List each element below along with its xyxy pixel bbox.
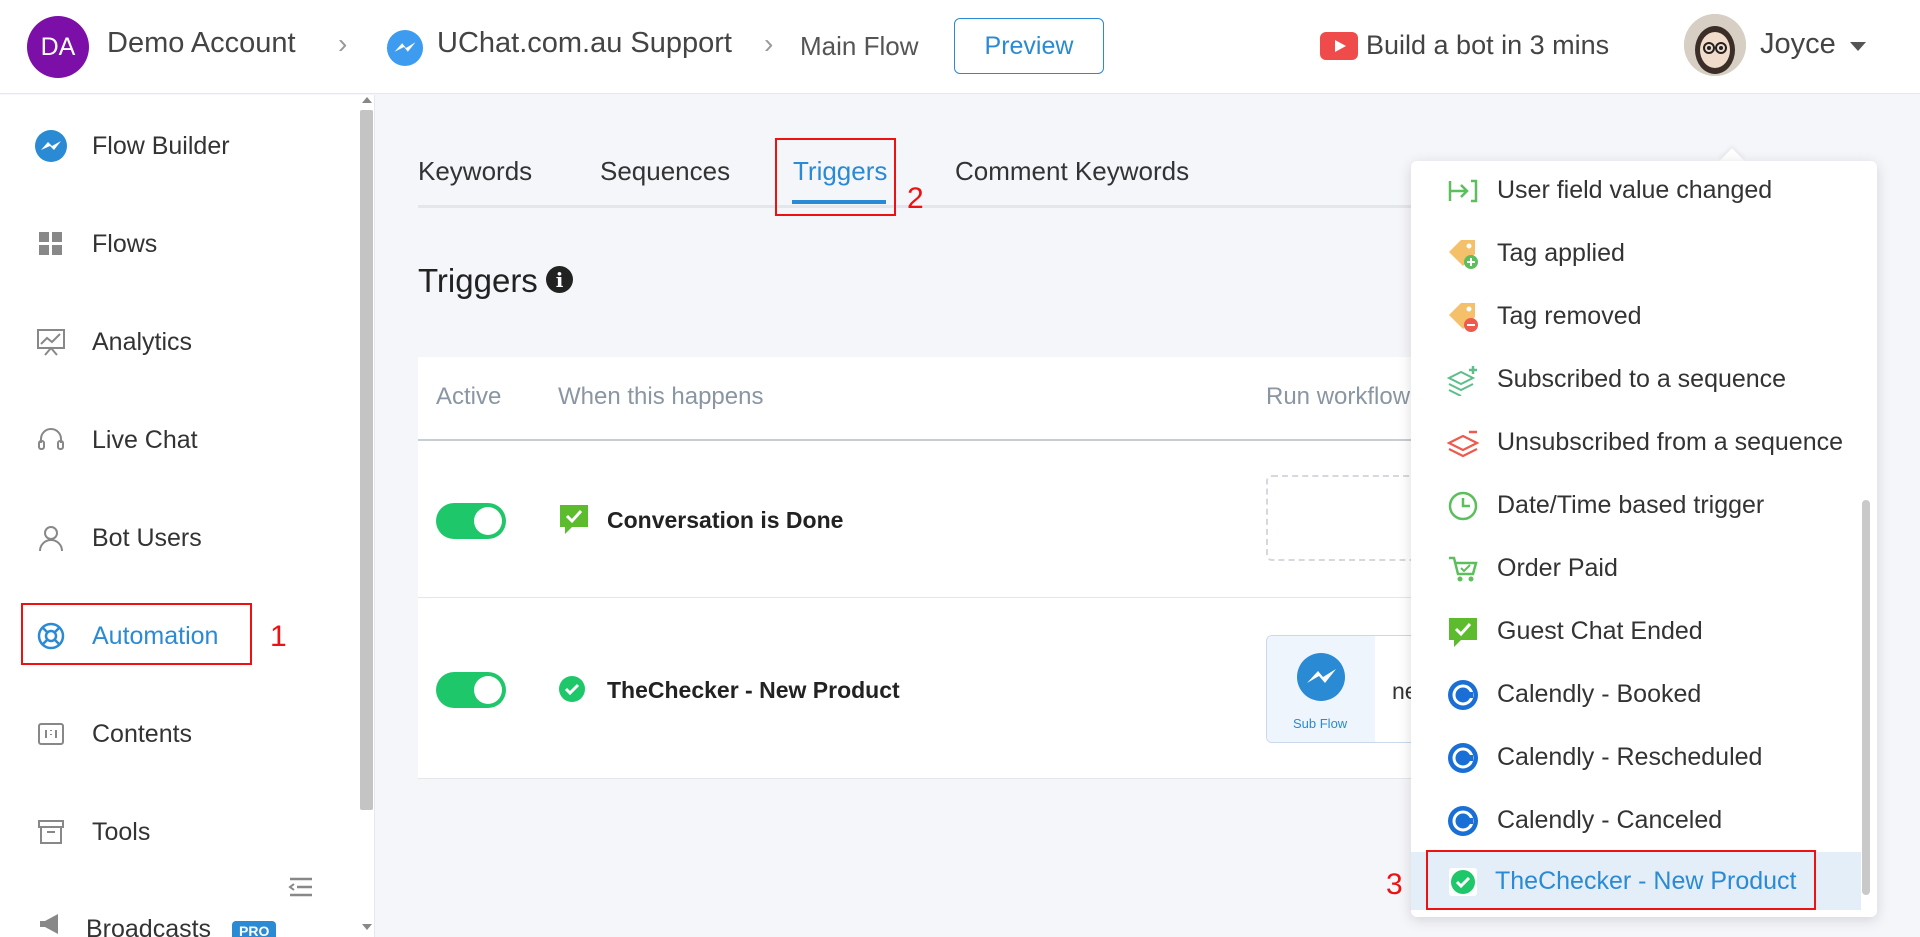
- bot-name[interactable]: UChat.com.au Support: [437, 27, 732, 60]
- avatar[interactable]: [1684, 14, 1746, 76]
- caret-down-icon[interactable]: [1850, 42, 1866, 51]
- sequence-unsubscribe-icon: [1447, 430, 1479, 458]
- annotation-box-automation: [21, 603, 252, 665]
- dropdown-item[interactable]: Tag applied: [1411, 224, 1861, 282]
- calendly-icon: [1448, 806, 1478, 836]
- collapse-sidebar-icon[interactable]: [288, 876, 314, 898]
- annotation-box-triggers-tab: [775, 138, 896, 216]
- pro-badge: PRO: [232, 921, 277, 937]
- account-name[interactable]: Demo Account: [107, 27, 296, 60]
- dropdown-scrollbar[interactable]: [1862, 500, 1870, 895]
- triggers-table: Active When this happens Run workflow Co…: [418, 357, 1426, 779]
- annotation-number: 3: [1386, 868, 1403, 901]
- sidebar-item-flow-builder[interactable]: Flow Builder: [20, 115, 248, 177]
- column-header-run-workflow: Run workflow: [1266, 383, 1411, 410]
- sidebar-item-contents[interactable]: Contents: [20, 703, 248, 765]
- trigger-label[interactable]: Conversation is Done: [607, 507, 843, 534]
- build-bot-link[interactable]: Build a bot in 3 mins: [1366, 30, 1609, 61]
- dropdown-item[interactable]: Tag removed: [1411, 287, 1861, 345]
- annotation-number: 1: [270, 620, 287, 653]
- account-avatar[interactable]: DA: [27, 16, 89, 78]
- tab-comment-keywords[interactable]: Comment Keywords: [955, 156, 1189, 187]
- dropdown-item[interactable]: Unsubscribed from a sequence: [1411, 413, 1861, 471]
- dropdown-item[interactable]: User field value changed: [1411, 161, 1861, 219]
- messenger-icon: [34, 129, 68, 163]
- calendly-icon: [1448, 680, 1478, 710]
- chart-icon: [34, 325, 68, 359]
- sidebar-item-label: Live Chat: [92, 425, 198, 454]
- dropdown-item[interactable]: Subscribed to a sequence: [1411, 350, 1861, 408]
- divider: [418, 597, 1418, 598]
- flow-name[interactable]: Main Flow: [800, 31, 918, 62]
- user-avatar-image: [1684, 14, 1746, 76]
- workflow-placeholder[interactable]: [1266, 475, 1426, 561]
- chevron-right-icon: ›: [338, 28, 348, 59]
- sidebar-item-label: Tools: [92, 817, 151, 846]
- sidebar-item-analytics[interactable]: Analytics: [20, 311, 248, 373]
- sidebar-scrollbar[interactable]: [360, 110, 373, 810]
- info-icon[interactable]: i: [546, 266, 573, 293]
- sidebar-item-bot-users[interactable]: Bot Users: [20, 507, 248, 569]
- sidebar-item-live-chat[interactable]: Live Chat: [20, 409, 248, 471]
- cart-icon: [1449, 556, 1478, 582]
- trigger-type-dropdown: User field value changed Tag applied Tag…: [1411, 161, 1877, 917]
- divider: [418, 778, 1418, 779]
- dropdown-item[interactable]: Guest Chat Ended: [1411, 602, 1861, 660]
- sidebar-item-tools[interactable]: Tools: [20, 801, 248, 863]
- field-change-icon: [1448, 179, 1478, 203]
- grid-icon: [34, 227, 68, 261]
- active-toggle[interactable]: [436, 672, 506, 708]
- megaphone-icon: [34, 907, 68, 937]
- dropdown-item[interactable]: Calendly - Canceled: [1411, 791, 1861, 849]
- subflow-label: Sub Flow: [1293, 716, 1348, 731]
- headset-icon: [34, 423, 68, 457]
- sidebar-item-broadcasts[interactable]: Broadcasts: [20, 899, 248, 937]
- messenger-icon: [386, 29, 424, 67]
- clock-icon: [1448, 491, 1478, 521]
- dropdown-item[interactable]: Order Paid: [1411, 539, 1861, 597]
- workflow-card[interactable]: Sub Flow ne: [1266, 635, 1426, 743]
- dropdown-item[interactable]: Date/Time based trigger: [1411, 476, 1861, 534]
- sidebar-item-label: Contents: [92, 719, 193, 748]
- preview-button[interactable]: Preview: [954, 18, 1104, 74]
- chat-done-icon: [1449, 618, 1477, 647]
- tag-add-icon: [1449, 240, 1478, 269]
- sidebar-item-flows[interactable]: Flows: [20, 213, 248, 275]
- trigger-label[interactable]: TheChecker - New Product: [607, 677, 900, 704]
- scroll-up-arrow[interactable]: [362, 97, 372, 103]
- dropdown-item[interactable]: Calendly - Rescheduled: [1411, 728, 1861, 786]
- column-header-active: Active: [436, 383, 502, 410]
- active-toggle[interactable]: [436, 503, 506, 539]
- page-title: Triggers: [418, 262, 538, 299]
- sidebar-item-label: Flows: [92, 229, 158, 258]
- sequence-subscribe-icon: [1447, 366, 1477, 396]
- sidebar-item-label: Bot Users: [92, 523, 202, 552]
- tab-sequences[interactable]: Sequences: [600, 156, 730, 187]
- scroll-down-arrow[interactable]: [362, 924, 372, 930]
- chat-done-icon: [560, 505, 588, 534]
- top-bar: DA Demo Account › UChat.com.au Support ›…: [0, 0, 1920, 94]
- dropdown-item[interactable]: Calendly - Booked: [1411, 665, 1861, 723]
- youtube-icon[interactable]: [1320, 32, 1358, 60]
- messenger-icon: [1297, 653, 1345, 701]
- thechecker-icon: [559, 676, 585, 702]
- chevron-right-icon: ›: [764, 28, 774, 59]
- user-icon: [34, 521, 68, 555]
- calendly-icon: [1448, 743, 1478, 773]
- sidebar-item-label: Analytics: [92, 327, 193, 356]
- contents-icon: [34, 717, 68, 751]
- column-header-when: When this happens: [558, 383, 764, 410]
- tag-remove-icon: [1449, 303, 1478, 332]
- archive-icon: [34, 815, 68, 849]
- user-name[interactable]: Joyce: [1760, 28, 1836, 61]
- sidebar-item-label: Flow Builder: [92, 131, 230, 160]
- annotation-box-selected-item: [1426, 850, 1816, 910]
- tab-keywords[interactable]: Keywords: [418, 156, 532, 187]
- subflow-panel: Sub Flow: [1267, 636, 1375, 742]
- sidebar-item-label: Broadcasts: [86, 915, 212, 937]
- divider: [418, 439, 1418, 441]
- annotation-number: 2: [907, 182, 924, 215]
